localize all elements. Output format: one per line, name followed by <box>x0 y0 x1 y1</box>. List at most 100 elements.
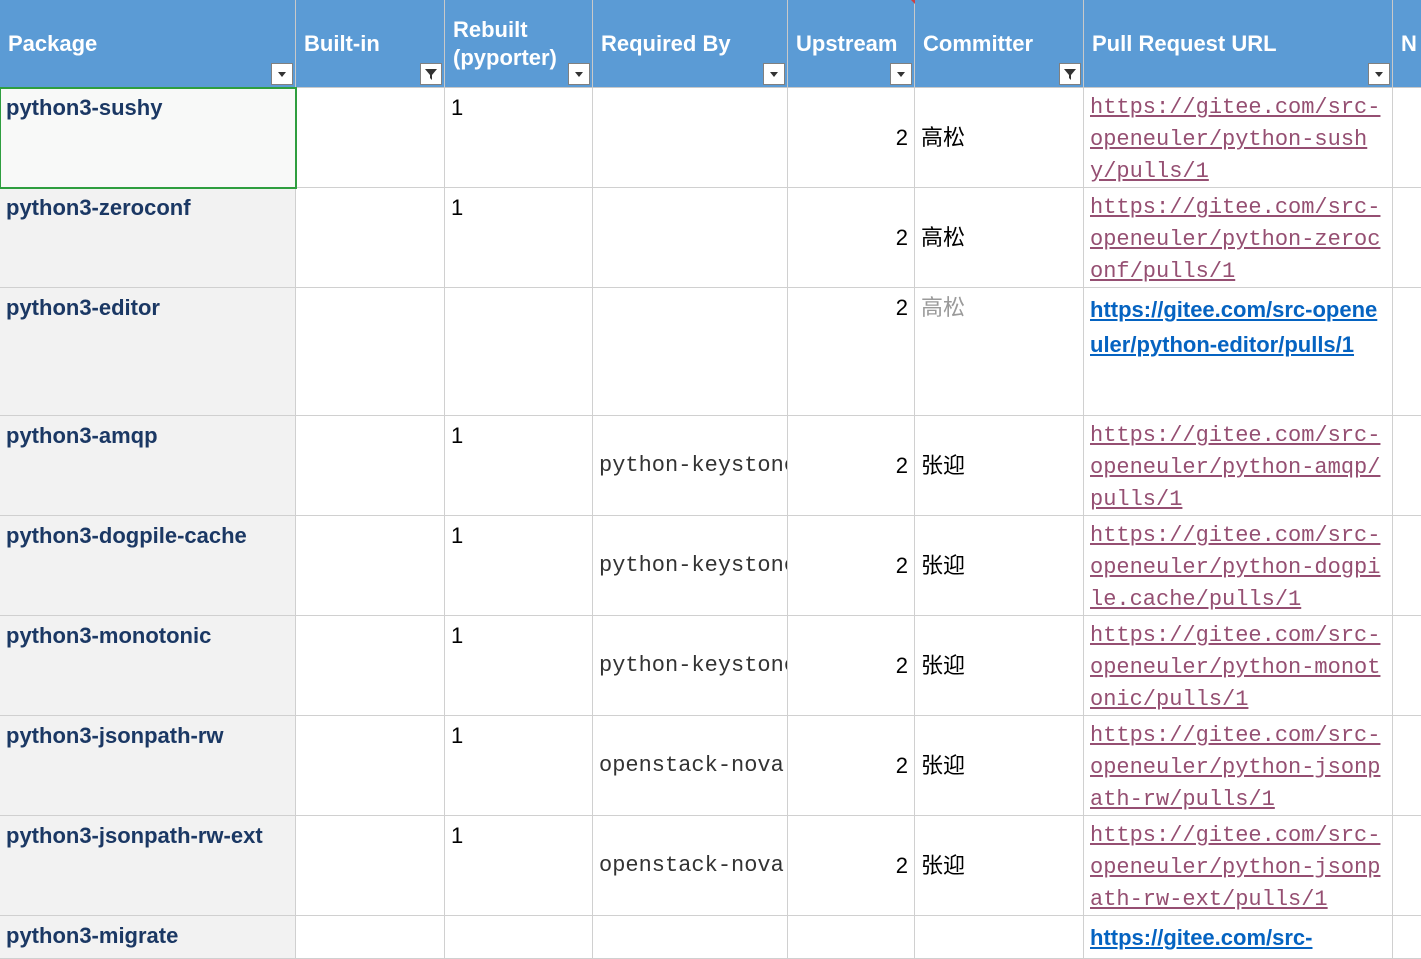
builtin-cell[interactable] <box>296 916 445 959</box>
pr-url-link[interactable]: https://gitee.com/src-openeuler/python-m… <box>1090 620 1386 716</box>
pr-url-link[interactable]: https://gitee.com/src-openeuler/python-a… <box>1090 420 1386 516</box>
next-cell[interactable] <box>1393 916 1421 959</box>
required-by-cell[interactable] <box>593 88 788 188</box>
committer-cell[interactable]: 张迎 <box>915 516 1084 616</box>
committer-cell[interactable] <box>915 916 1084 959</box>
column-header-next[interactable]: N <box>1393 0 1421 88</box>
upstream-cell[interactable]: 2 <box>788 416 915 516</box>
builtin-cell[interactable] <box>296 88 445 188</box>
package-cell[interactable]: python3-jsonpath-rw-ext <box>0 816 296 916</box>
filter-dropdown-icon[interactable] <box>1368 63 1390 85</box>
column-header-rebuilt[interactable]: Rebuilt (pyporter) <box>445 0 593 88</box>
upstream-cell[interactable]: 2 <box>788 616 915 716</box>
filter-dropdown-icon[interactable] <box>763 63 785 85</box>
upstream-cell[interactable]: 2 <box>788 516 915 616</box>
pr-url-cell[interactable]: https://gitee.com/src-openeuler/python-s… <box>1084 88 1393 188</box>
builtin-cell[interactable] <box>296 716 445 816</box>
builtin-cell[interactable] <box>296 188 445 288</box>
committer-cell[interactable]: 张迎 <box>915 416 1084 516</box>
package-cell[interactable]: python3-zeroconf <box>0 188 296 288</box>
rebuilt-cell[interactable]: 1 <box>445 816 593 916</box>
pr-url-cell[interactable]: https://gitee.com/src-openeuler/python-e… <box>1084 288 1393 416</box>
pr-url-cell[interactable]: https://gitee.com/src-openeuler/python-j… <box>1084 816 1393 916</box>
committer-cell[interactable]: 张迎 <box>915 716 1084 816</box>
column-header-package[interactable]: Package <box>0 0 296 88</box>
builtin-cell[interactable] <box>296 288 445 416</box>
rebuilt-cell[interactable]: 1 <box>445 88 593 188</box>
committer-cell[interactable]: 高松 <box>915 188 1084 288</box>
upstream-cell[interactable] <box>788 916 915 959</box>
required-by-cell[interactable]: openstack-nova <box>593 816 788 916</box>
column-header-committer[interactable]: Committer <box>915 0 1084 88</box>
required-by-cell[interactable] <box>593 188 788 288</box>
builtin-cell[interactable] <box>296 416 445 516</box>
builtin-cell[interactable] <box>296 616 445 716</box>
pr-url-cell[interactable]: https://gitee.com/src-openeuler/python-m… <box>1084 616 1393 716</box>
pr-url-cell[interactable]: https://gitee.com/src- <box>1084 916 1393 959</box>
rebuilt-cell[interactable]: 1 <box>445 188 593 288</box>
pr-url-link[interactable]: https://gitee.com/src-openeuler/python-j… <box>1090 720 1386 816</box>
required-by-cell[interactable]: python-keystone <box>593 616 788 716</box>
pr-url-cell[interactable]: https://gitee.com/src-openeuler/python-d… <box>1084 516 1393 616</box>
pr-url-link[interactable]: https://gitee.com/src-openeuler/python-d… <box>1090 520 1386 616</box>
package-cell[interactable]: python3-migrate <box>0 916 296 959</box>
pr-url-cell[interactable]: https://gitee.com/src-openeuler/python-j… <box>1084 716 1393 816</box>
upstream-cell[interactable]: 2 <box>788 816 915 916</box>
builtin-cell[interactable] <box>296 816 445 916</box>
upstream-cell[interactable]: 2 <box>788 288 915 416</box>
filter-dropdown-icon[interactable] <box>890 63 912 85</box>
rebuilt-cell[interactable] <box>445 916 593 959</box>
pr-url-link[interactable]: https://gitee.com/src- <box>1090 920 1312 955</box>
filter-dropdown-icon[interactable] <box>568 63 590 85</box>
filter-dropdown-icon[interactable] <box>420 63 442 85</box>
upstream-cell[interactable]: 2 <box>788 88 915 188</box>
committer-cell[interactable]: 张迎 <box>915 816 1084 916</box>
next-cell[interactable] <box>1393 616 1421 716</box>
committer-cell[interactable]: 高松 <box>915 88 1084 188</box>
pr-url-cell[interactable]: https://gitee.com/src-openeuler/python-z… <box>1084 188 1393 288</box>
required-by-cell[interactable]: python-keystone <box>593 416 788 516</box>
rebuilt-cell[interactable]: 1 <box>445 716 593 816</box>
package-cell[interactable]: python3-editor <box>0 288 296 416</box>
required-by-cell[interactable] <box>593 916 788 959</box>
pr-url-link[interactable]: https://gitee.com/src-openeuler/python-j… <box>1090 820 1386 916</box>
filter-dropdown-icon[interactable] <box>271 63 293 85</box>
pr-url-cell[interactable]: https://gitee.com/src-openeuler/python-a… <box>1084 416 1393 516</box>
package-cell[interactable]: python3-sushy <box>0 88 296 188</box>
column-header-builtin[interactable]: Built-in <box>296 0 445 88</box>
upstream-cell[interactable]: 2 <box>788 716 915 816</box>
pr-url-link[interactable]: https://gitee.com/src-openeuler/python-s… <box>1090 92 1386 188</box>
upstream-cell[interactable]: 2 <box>788 188 915 288</box>
next-cell[interactable] <box>1393 516 1421 616</box>
package-cell[interactable]: python3-monotonic <box>0 616 296 716</box>
pr-url-link[interactable]: https://gitee.com/src-openeuler/python-e… <box>1090 292 1386 362</box>
filter-dropdown-icon[interactable] <box>1059 63 1081 85</box>
column-header-label: Pull Request URL <box>1092 30 1277 58</box>
builtin-cell[interactable] <box>296 516 445 616</box>
next-cell[interactable] <box>1393 716 1421 816</box>
next-cell[interactable] <box>1393 188 1421 288</box>
rebuilt-cell[interactable] <box>445 288 593 416</box>
committer-cell[interactable]: 张迎 <box>915 616 1084 716</box>
spreadsheet-table: Package Built-in Rebuilt (pyporter)Require… <box>0 0 1421 959</box>
column-header-label: Package <box>8 30 97 58</box>
package-cell[interactable]: python3-jsonpath-rw <box>0 716 296 816</box>
package-cell[interactable]: python3-amqp <box>0 416 296 516</box>
required-by-cell[interactable] <box>593 288 788 416</box>
column-header-pr_url[interactable]: Pull Request URL <box>1084 0 1393 88</box>
next-cell[interactable] <box>1393 288 1421 416</box>
rebuilt-cell[interactable]: 1 <box>445 516 593 616</box>
package-cell[interactable]: python3-dogpile-cache <box>0 516 296 616</box>
next-cell[interactable] <box>1393 416 1421 516</box>
required-by-cell[interactable]: python-keystone <box>593 516 788 616</box>
rebuilt-cell[interactable]: 1 <box>445 416 593 516</box>
required-by-cell[interactable]: openstack-nova <box>593 716 788 816</box>
pr-url-link[interactable]: https://gitee.com/src-openeuler/python-z… <box>1090 192 1386 288</box>
next-cell[interactable] <box>1393 88 1421 188</box>
column-header-required_by[interactable]: Required By <box>593 0 788 88</box>
next-cell[interactable] <box>1393 816 1421 916</box>
committer-cell[interactable]: 高松 <box>915 288 1084 416</box>
column-header-label: Built-in <box>304 30 380 58</box>
rebuilt-cell[interactable]: 1 <box>445 616 593 716</box>
column-header-upstream[interactable]: Upstream <box>788 0 915 88</box>
